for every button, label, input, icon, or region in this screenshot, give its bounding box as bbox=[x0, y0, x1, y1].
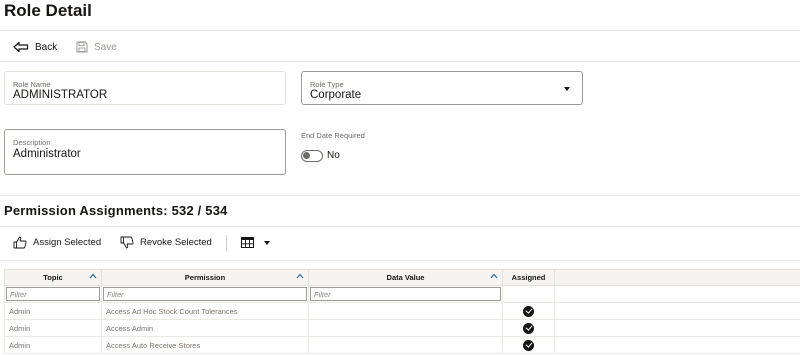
assign-selected-label: Assign Selected bbox=[33, 237, 102, 248]
role-name-field: Role Name ADMINISTRATOR bbox=[4, 71, 286, 105]
toggle-knob bbox=[303, 152, 310, 159]
end-date-toggle[interactable] bbox=[301, 150, 323, 162]
revoke-selected-label: Revoke Selected bbox=[140, 237, 212, 248]
topic-filter-input[interactable] bbox=[6, 287, 100, 301]
permission-filter-input[interactable] bbox=[103, 287, 307, 301]
save-label: Save bbox=[94, 41, 117, 53]
divider bbox=[0, 260, 800, 261]
divider bbox=[0, 226, 800, 227]
column-header-topic[interactable]: Topic bbox=[4, 269, 102, 286]
save-button[interactable]: Save bbox=[76, 41, 117, 53]
permissions-table: Topic Permission Data Value Assigned Fil… bbox=[4, 269, 800, 354]
filter-cell bbox=[4, 285, 102, 303]
permission-cell: Access Auto Receive Stores bbox=[101, 336, 309, 354]
topic-cell: Admin bbox=[4, 319, 102, 337]
data-value-filter-input[interactable] bbox=[310, 287, 501, 301]
filter-cell bbox=[101, 285, 309, 303]
end-date-value: No bbox=[327, 150, 340, 161]
role-type-value: Corporate bbox=[310, 89, 362, 101]
description-value: Administrator bbox=[13, 148, 81, 160]
check-circle-icon bbox=[523, 339, 534, 351]
assigned-cell bbox=[502, 302, 555, 320]
permissions-title: Permission Assignments: 532 / 534 bbox=[4, 203, 228, 218]
assign-selected-button[interactable]: Assign Selected bbox=[13, 236, 101, 249]
table-row[interactable]: Admin Access Admin bbox=[4, 319, 800, 337]
empty-cell bbox=[554, 302, 800, 320]
role-type-select[interactable]: Role Type Corporate bbox=[301, 71, 583, 105]
filter-cell bbox=[502, 285, 555, 303]
table-row[interactable]: Admin Access Auto Receive Stores bbox=[4, 336, 800, 354]
role-name-label: Role Name bbox=[13, 80, 51, 89]
revoke-selected-button[interactable]: Revoke Selected bbox=[120, 236, 212, 249]
assigned-cell bbox=[502, 319, 555, 337]
column-header-empty bbox=[554, 269, 800, 286]
data-value-cell bbox=[308, 336, 503, 354]
column-header-assigned[interactable]: Assigned bbox=[502, 269, 555, 286]
description-textarea[interactable]: Description Administrator bbox=[4, 129, 286, 175]
role-name-value: ADMINISTRATOR bbox=[13, 89, 108, 101]
sort-ascending-icon bbox=[89, 273, 97, 279]
view-menu-button[interactable] bbox=[241, 237, 270, 248]
chevron-down-icon bbox=[264, 240, 270, 245]
description-label: Description bbox=[13, 138, 51, 147]
filter-row bbox=[4, 285, 800, 303]
table-grid-icon bbox=[241, 237, 254, 248]
back-label: Back bbox=[35, 41, 58, 53]
data-value-cell bbox=[308, 302, 503, 320]
divider bbox=[0, 61, 800, 62]
topic-cell: Admin bbox=[4, 336, 102, 354]
back-arrow-icon bbox=[13, 41, 29, 53]
filter-cell bbox=[554, 285, 800, 303]
empty-cell bbox=[554, 336, 800, 354]
end-date-label: End Date Required bbox=[301, 131, 365, 140]
page-title: Role Detail bbox=[4, 1, 92, 20]
role-type-label: Role Type bbox=[310, 80, 344, 89]
permission-cell: Access Admin bbox=[101, 319, 309, 337]
thumbs-down-icon bbox=[120, 236, 134, 249]
back-button[interactable]: Back bbox=[13, 41, 57, 53]
sort-ascending-icon bbox=[490, 273, 498, 279]
column-header-data-value[interactable]: Data Value bbox=[308, 269, 503, 286]
assigned-cell bbox=[502, 336, 555, 354]
table-row[interactable]: Admin Access Ad Hoc Stock Count Toleranc… bbox=[4, 302, 800, 320]
filter-cell bbox=[308, 285, 503, 303]
table-header-row: Topic Permission Data Value Assigned bbox=[4, 269, 800, 286]
empty-cell bbox=[554, 319, 800, 337]
divider bbox=[0, 195, 800, 196]
toolbar-separator bbox=[226, 235, 227, 251]
thumbs-up-icon bbox=[13, 236, 27, 249]
chevron-down-icon bbox=[564, 87, 570, 91]
save-disk-icon bbox=[76, 41, 88, 53]
topic-cell: Admin bbox=[4, 302, 102, 320]
sort-ascending-icon bbox=[296, 273, 304, 279]
permission-cell: Access Ad Hoc Stock Count Tolerances bbox=[101, 302, 309, 320]
check-circle-icon bbox=[523, 305, 534, 317]
column-header-permission[interactable]: Permission bbox=[101, 269, 309, 286]
check-circle-icon bbox=[523, 322, 534, 334]
data-value-cell bbox=[308, 319, 503, 337]
divider bbox=[0, 30, 800, 31]
